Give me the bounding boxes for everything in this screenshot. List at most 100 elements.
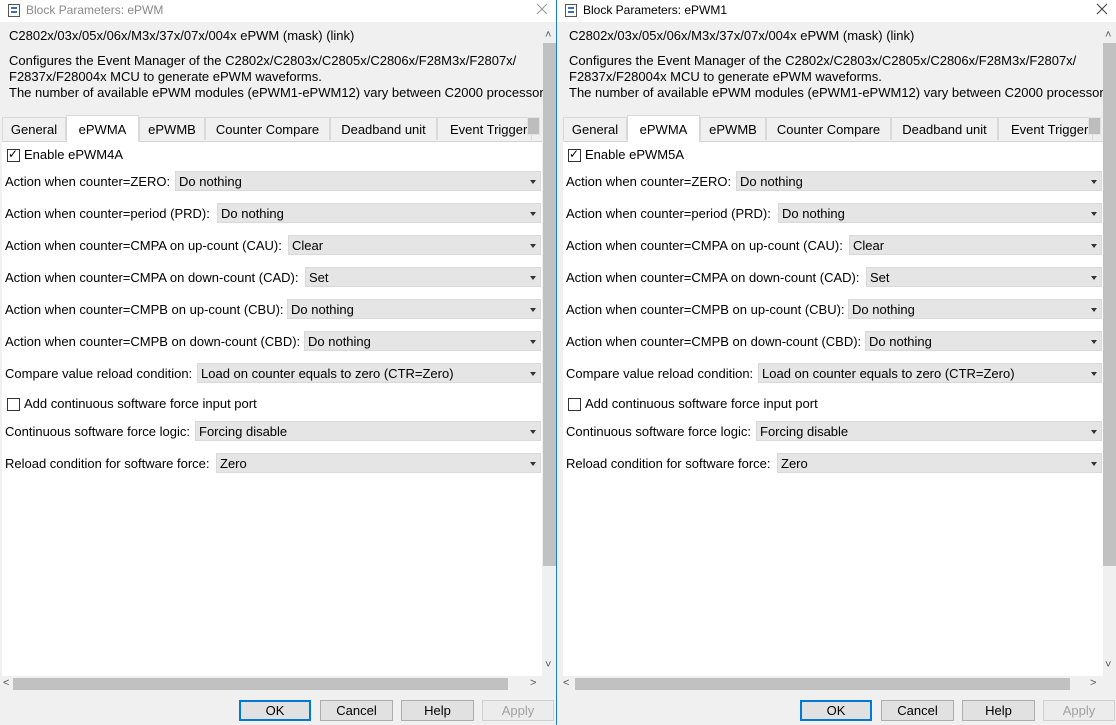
dropdown-prd[interactable]: Do nothing — [778, 203, 1102, 223]
tab-general[interactable]: General — [563, 117, 627, 140]
scroll-thumb[interactable] — [13, 678, 508, 690]
add-port-label: Add continuous software force input port — [24, 396, 257, 411]
dropdown-force-logic[interactable]: Forcing disable — [756, 421, 1102, 441]
label-reload: Compare value reload condition: — [566, 366, 754, 381]
tab-epwma[interactable]: ePWMA — [66, 115, 139, 142]
tab-counter-compare[interactable]: Counter Compare — [205, 117, 330, 140]
horizontal-scrollbar[interactable]: < > — [557, 676, 1103, 693]
tab-deadband-unit[interactable]: Deadband unit — [891, 117, 998, 140]
add-port-checkbox[interactable] — [568, 398, 581, 411]
scroll-right-icon[interactable]: > — [530, 678, 536, 689]
ok-button[interactable]: OK — [800, 700, 872, 721]
label-cbd: Action when counter=CMPB on down-count (… — [566, 334, 862, 349]
dropdown-cau[interactable]: Clear — [288, 235, 541, 255]
chevron-down-icon — [1091, 372, 1097, 376]
chevron-down-icon — [1091, 180, 1097, 184]
scroll-left-icon[interactable]: < — [563, 678, 569, 689]
help-button[interactable]: Help — [401, 700, 474, 721]
label-reload-force: Reload condition for software force: — [5, 456, 210, 471]
tab-epwmb[interactable]: ePWMB — [139, 117, 205, 140]
scroll-right-icon[interactable]: > — [1090, 678, 1096, 689]
tab-counter-compare[interactable]: Counter Compare — [766, 117, 891, 140]
chevron-down-icon — [1091, 276, 1097, 280]
enable-label: Enable ePWM5A — [585, 147, 684, 162]
dropdown-cad[interactable]: Set — [866, 267, 1102, 287]
scroll-down-icon[interactable]: ˅ — [1105, 660, 1111, 671]
title-bar[interactable]: Block Parameters: ePWM — [0, 0, 556, 22]
label-cad: Action when counter=CMPA on down-count (… — [566, 270, 860, 285]
dropdown-zero[interactable]: Do nothing — [175, 171, 541, 191]
dropdown-reload-force[interactable]: Zero — [777, 453, 1102, 473]
dropdown-cau[interactable]: Clear — [849, 235, 1102, 255]
tab-deadband-unit[interactable]: Deadband unit — [330, 117, 437, 140]
dropdown-prd[interactable]: Do nothing — [217, 203, 541, 223]
ok-button[interactable]: OK — [239, 700, 311, 721]
enable-checkbox[interactable]: ✓ — [568, 147, 581, 162]
chevron-down-icon — [530, 308, 536, 312]
close-icon[interactable] — [1094, 1, 1110, 17]
label-cbu: Action when counter=CMPB on up-count (CB… — [566, 302, 845, 317]
description-line: F2837x/F28004x MCU to generate ePWM wave… — [9, 69, 322, 84]
dropdown-cad[interactable]: Set — [305, 267, 541, 287]
dropdown-reload-force[interactable]: Zero — [216, 453, 541, 473]
param-row-cbu: Action when counter=CMPB on up-count (CB… — [566, 299, 1106, 321]
help-button[interactable]: Help — [962, 700, 1035, 721]
enable-row: ✓ Enable ePWM4A — [5, 146, 305, 168]
add-port-row: Add continuous software force input port — [5, 395, 405, 417]
tab-scroll-button[interactable] — [527, 117, 540, 135]
dropdown-value: Zero — [781, 456, 808, 471]
scroll-up-icon[interactable]: ˄ — [1105, 30, 1111, 41]
scroll-up-icon[interactable]: ˄ — [545, 30, 551, 41]
param-row-prd: Action when counter=period (PRD): Do not… — [566, 203, 1106, 225]
label-cbd: Action when counter=CMPB on down-count (… — [5, 334, 301, 349]
enable-checkbox[interactable]: ✓ — [7, 147, 20, 162]
title-bar[interactable]: Block Parameters: ePWM1 — [557, 0, 1116, 22]
dropdown-value: Forcing disable — [760, 424, 849, 439]
tab-event-trigger[interactable]: Event Trigger — [437, 117, 532, 140]
dropdown-cbd[interactable]: Do nothing — [865, 331, 1102, 351]
dropdown-reload[interactable]: Load on counter equals to zero (CTR=Zero… — [197, 363, 541, 383]
description-line: The number of available ePWM modules (eP… — [569, 85, 1114, 100]
chevron-down-icon — [1091, 430, 1097, 434]
param-row-force-logic: Continuous software force logic: Forcing… — [566, 421, 1106, 443]
dropdown-zero[interactable]: Do nothing — [736, 171, 1102, 191]
dropdown-value: Do nothing — [291, 302, 354, 317]
cancel-button[interactable]: Cancel — [881, 700, 954, 721]
scroll-thumb[interactable] — [1103, 43, 1116, 566]
param-row-cbd: Action when counter=CMPB on down-count (… — [566, 331, 1106, 353]
tab-general[interactable]: General — [2, 117, 66, 140]
param-row-reload-force: Reload condition for software force: Zer… — [5, 453, 545, 475]
scroll-left-icon[interactable]: < — [3, 678, 9, 689]
close-icon[interactable] — [534, 1, 550, 17]
scroll-down-icon[interactable]: ˅ — [545, 660, 551, 671]
tab-scroll-button[interactable] — [1088, 117, 1101, 135]
dropdown-value: Set — [870, 270, 890, 285]
scroll-thumb[interactable] — [543, 43, 556, 566]
dropdown-reload[interactable]: Load on counter equals to zero (CTR=Zero… — [758, 363, 1102, 383]
scroll-thumb[interactable] — [575, 678, 1070, 690]
tab-epwmb[interactable]: ePWMB — [700, 117, 766, 140]
description-line: The number of available ePWM modules (eP… — [9, 85, 554, 100]
chevron-down-icon — [530, 372, 536, 376]
dropdown-force-logic[interactable]: Forcing disable — [195, 421, 541, 441]
label-cau: Action when counter=CMPA on up-count (CA… — [566, 238, 843, 253]
add-port-checkbox[interactable] — [7, 398, 20, 411]
cancel-button[interactable]: Cancel — [320, 700, 393, 721]
dropdown-cbu[interactable]: Do nothing — [848, 299, 1102, 319]
dropdown-value: Load on counter equals to zero (CTR=Zero… — [201, 366, 454, 381]
vertical-scrollbar[interactable]: ˄ ˅ — [543, 30, 556, 676]
dropdown-value: Do nothing — [852, 302, 915, 317]
label-cbu: Action when counter=CMPB on up-count (CB… — [5, 302, 284, 317]
chevron-down-icon — [530, 462, 536, 466]
tab-epwma[interactable]: ePWMA — [627, 115, 700, 142]
horizontal-scrollbar[interactable]: < > — [0, 676, 543, 693]
tab-event-trigger[interactable]: Event Trigger — [998, 117, 1093, 140]
chevron-down-icon — [530, 276, 536, 280]
tab-bar: General ePWMA ePWMB Counter Compare Dead… — [2, 115, 542, 142]
description-line: Configures the Event Manager of the C280… — [9, 53, 517, 68]
vertical-scrollbar[interactable]: ˄ ˅ — [1103, 30, 1116, 676]
dropdown-cbd[interactable]: Do nothing — [304, 331, 541, 351]
block-parameters-dialog-epwm: Block Parameters: ePWM C2802x/03x/05x/06… — [0, 0, 556, 725]
dropdown-cbu[interactable]: Do nothing — [287, 299, 541, 319]
dropdown-value: Do nothing — [179, 174, 242, 189]
